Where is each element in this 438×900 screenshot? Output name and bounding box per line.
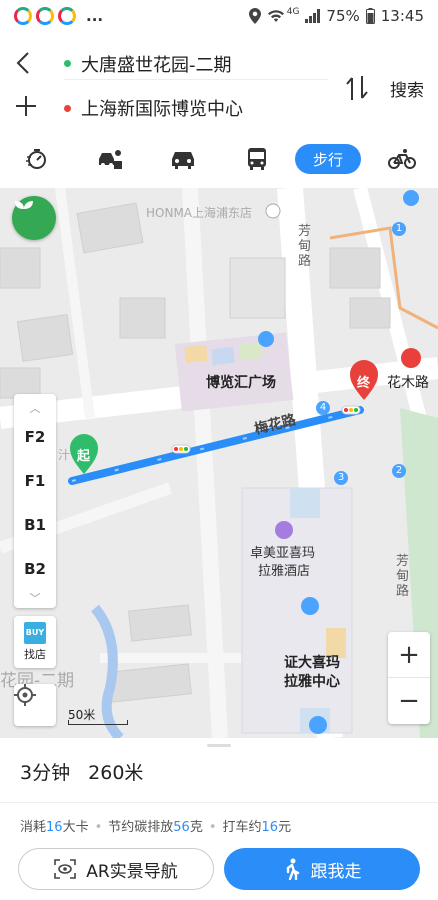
poi-badge-2[interactable]: 2 xyxy=(392,464,406,478)
follow-me-label: 跟我走 xyxy=(310,861,362,882)
distance: 260米 xyxy=(88,762,144,784)
duration: 3分钟 xyxy=(20,762,71,784)
zoom-controls: + − xyxy=(388,632,430,724)
taxi-prefix: 打车约 xyxy=(222,820,262,835)
poi-badge-1[interactable]: 1 xyxy=(392,222,406,236)
shop-icon: BUY xyxy=(24,622,46,644)
map-label-hotel-1: 卓美亚喜玛 xyxy=(250,546,316,561)
app-icon xyxy=(58,7,76,25)
locate-icon[interactable] xyxy=(14,684,56,726)
calories-unit: 大卡 xyxy=(62,820,89,835)
carbon-value: 56 xyxy=(173,820,190,835)
floor-f1[interactable]: F1 xyxy=(14,472,56,490)
chevron-down-icon[interactable]: ﹀ xyxy=(14,590,56,606)
walk-icon xyxy=(286,858,299,880)
chevron-up-icon[interactable]: ︿ xyxy=(14,400,56,416)
destination-text: 上海新国际博览中心 xyxy=(81,99,243,120)
zoom-out-button[interactable]: − xyxy=(388,678,430,724)
add-waypoint-icon[interactable] xyxy=(14,94,42,122)
road-label-fangdian: 芳甸路 xyxy=(298,224,312,269)
floor-b1[interactable]: B1 xyxy=(14,516,56,534)
back-icon[interactable] xyxy=(14,50,38,78)
find-shop-label: 找店 xyxy=(24,648,46,661)
carbon-prefix: 节约碳排放 xyxy=(108,820,174,835)
poi-badge-3[interactable]: 3 xyxy=(334,471,348,485)
battery-percent: 75% xyxy=(326,7,360,25)
zoom-in-button[interactable]: + xyxy=(388,632,430,678)
end-marker: 终 xyxy=(357,376,371,391)
destination-field[interactable]: 上海新国际博览中心 xyxy=(64,92,328,124)
origin-field[interactable]: 大唐盛世花园-二期 xyxy=(64,48,328,80)
scale-bar xyxy=(68,720,128,725)
map-label-center-2: 拉雅中心 xyxy=(284,674,340,690)
origin-text: 大唐盛世花园-二期 xyxy=(81,54,232,76)
start-marker: 起 xyxy=(77,449,91,464)
status-bar: ... 4G 75% 13:45 xyxy=(0,0,438,32)
map-label-hotel-2: 拉雅酒店 xyxy=(258,564,311,579)
travel-mode-tabs: 步行 xyxy=(0,140,438,180)
signal-icon xyxy=(305,9,321,23)
road-label-fangdian-2: 芳甸路 xyxy=(396,554,410,599)
wifi-icon xyxy=(267,10,284,22)
calories-value: 16 xyxy=(46,820,63,835)
taxi-icon[interactable] xyxy=(94,144,126,174)
network-type: 4G xyxy=(286,7,300,17)
calories-prefix: 消耗 xyxy=(20,820,47,835)
car-icon[interactable] xyxy=(168,144,198,174)
app-icon xyxy=(14,7,32,25)
bike-icon[interactable] xyxy=(386,144,418,174)
battery-icon xyxy=(365,8,375,24)
floor-selector: ︿ F2 F1 B1 B2 ﹀ xyxy=(14,394,56,608)
map-label-edge: 汁 xyxy=(58,448,71,462)
route-summary: 3分钟 260米 xyxy=(20,758,155,785)
clock: 13:45 xyxy=(380,7,424,25)
location-icon xyxy=(248,8,261,24)
map-label-center-1: 证大喜玛 xyxy=(284,655,340,671)
drag-handle[interactable] xyxy=(207,744,231,747)
bus-icon[interactable] xyxy=(242,144,272,174)
route-header: 大唐盛世花园-二期 上海新国际博览中心 搜索 xyxy=(0,38,438,134)
more-notifications: ... xyxy=(86,7,104,25)
eco-leaf-button[interactable] xyxy=(12,196,56,240)
follow-me-button[interactable]: 跟我走 xyxy=(224,848,420,890)
taxi-value: 16 xyxy=(261,820,279,835)
map-label-expo-plaza: 博览汇广场 xyxy=(206,375,276,391)
poi-badge-4[interactable]: 4 xyxy=(316,401,330,415)
carbon-unit: 克 xyxy=(189,820,203,835)
origin-dot xyxy=(64,60,71,67)
app-icon xyxy=(36,7,54,25)
divider xyxy=(0,802,438,803)
map-canvas xyxy=(0,188,438,738)
floor-b2[interactable]: B2 xyxy=(14,560,56,578)
map-label-honma: HONMA上海浦东店 xyxy=(146,206,253,220)
search-button[interactable]: 搜索 xyxy=(390,76,424,101)
map-view[interactable]: HONMA上海浦东店 芳甸路 博览汇广场 梅花路 花木路 卓美亚喜玛 拉雅酒店 … xyxy=(0,188,438,738)
ar-navigation-label: AR实景导航 xyxy=(86,861,178,882)
ar-camera-icon xyxy=(54,859,77,879)
floor-f2[interactable]: F2 xyxy=(14,428,56,446)
notification-icons: ... xyxy=(14,7,103,25)
ar-navigation-button[interactable]: AR实景导航 xyxy=(18,848,214,890)
taxi-unit: 元 xyxy=(278,820,292,835)
find-shop-button[interactable]: BUY 找店 xyxy=(14,616,56,668)
timer-icon[interactable] xyxy=(22,144,52,174)
swap-icon[interactable] xyxy=(344,74,370,102)
tab-walk[interactable]: 步行 xyxy=(295,144,361,174)
route-stats: 消耗16大卡 • 节约碳排放56克 • 打车约16元 xyxy=(20,820,292,835)
route-info-panel: 3分钟 260米 消耗16大卡 • 节约碳排放56克 • 打车约16元 AR实景导航 跟… xyxy=(0,738,438,900)
destination-dot xyxy=(64,104,71,112)
map-label-huamu-road: 花木路 xyxy=(387,375,429,391)
